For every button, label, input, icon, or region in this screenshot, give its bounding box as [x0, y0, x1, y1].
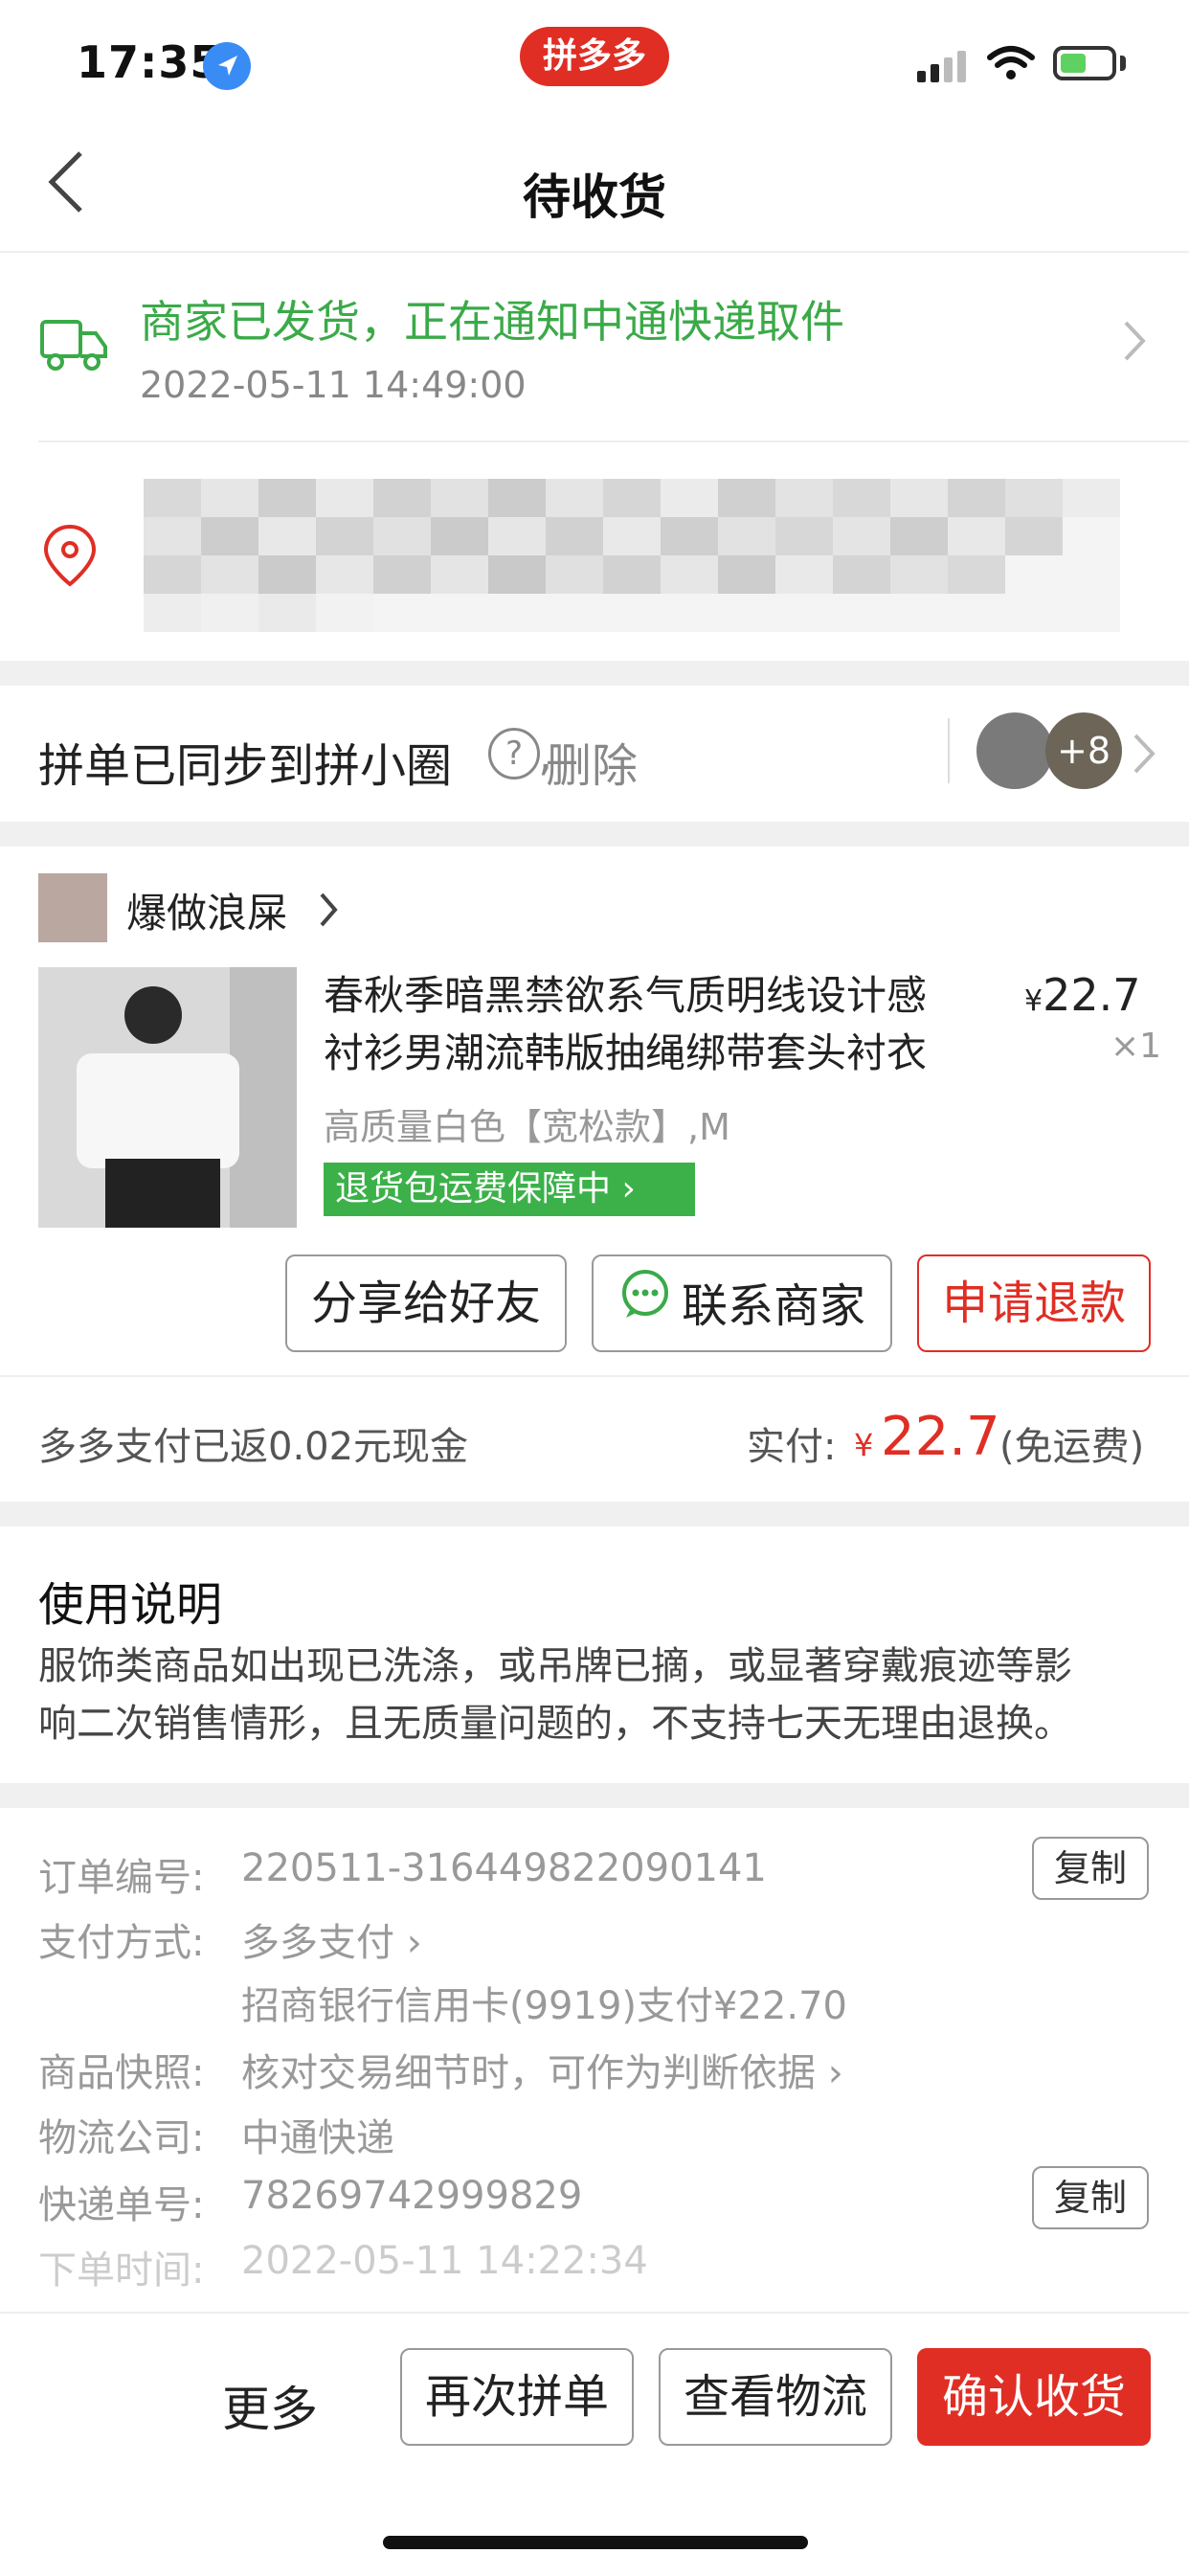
regroup-button[interactable]: 再次拼单	[400, 2348, 634, 2446]
product-title-line: 春秋季暗黑禁欲系气质明线设计感	[324, 972, 928, 1019]
refund-button[interactable]: 申请退款	[917, 1254, 1151, 1352]
product-price: ¥22.7	[1024, 969, 1141, 1021]
logistics-label: 物流公司:	[38, 2116, 205, 2160]
battery-tip	[1120, 56, 1126, 71]
cellular-signal-icon	[917, 50, 969, 88]
divider	[38, 441, 1189, 442]
confirm-receipt-button[interactable]: 确认收货	[917, 2348, 1151, 2446]
order-time-value: 2022-05-11 14:22:34	[241, 2239, 648, 2283]
guarantee-label: 退货包运费保障中	[335, 1169, 612, 1209]
vertical-divider	[948, 718, 950, 783]
chevron-right-icon: ›	[827, 2051, 843, 2095]
shipping-free-note: (免运费)	[999, 1425, 1145, 1469]
shop-avatar[interactable]	[38, 873, 107, 942]
tracking-value: 78269742999829	[241, 2174, 583, 2218]
pay-method-text: 多多支付	[241, 1921, 394, 1965]
delete-link[interactable]: 删除	[546, 728, 638, 795]
contact-seller-button[interactable]: 联系商家	[592, 1254, 892, 1352]
more-button[interactable]: 更多	[222, 2371, 318, 2440]
section-gap	[0, 1783, 1189, 1808]
divider	[0, 1375, 1189, 1377]
view-logistics-button[interactable]: 查看物流	[659, 2348, 892, 2446]
product-title-line: 衬衫男潮流韩版抽绳绑带套头衬衣	[324, 1029, 928, 1076]
shipping-status[interactable]: 商家已发货，正在通知中通快递取件	[140, 287, 844, 350]
shop-name[interactable]: 爆做浪屎	[126, 881, 287, 939]
wifi-icon	[986, 44, 1036, 86]
avatar[interactable]	[976, 712, 1053, 789]
tracking-label: 快递单号:	[38, 2183, 205, 2227]
product-quantity: ×1	[1110, 1027, 1162, 1066]
paid-currency: ¥	[854, 1427, 874, 1463]
chevron-right-icon[interactable]	[318, 891, 341, 933]
chevron-right-icon: ›	[406, 1921, 422, 1965]
return-shipping-guarantee-badge[interactable]: 退货包运费保障中 ›	[324, 1163, 695, 1216]
divider	[0, 251, 1189, 253]
product-spec: 高质量白色【宽松款】,M	[324, 1106, 730, 1148]
chat-bubble-icon	[618, 1259, 672, 1353]
chevron-right-icon[interactable]	[1130, 730, 1158, 781]
group-sync-text: 拼单已同步到拼小圈	[38, 739, 453, 793]
currency-symbol: ¥	[1024, 984, 1043, 1018]
address-redacted	[144, 479, 1120, 632]
order-time-label: 下单时间:	[38, 2248, 205, 2293]
snapshot-link[interactable]: 核对交易细节时，可作为判断依据 ›	[241, 2042, 843, 2097]
home-indicator[interactable]	[383, 2536, 808, 2549]
truck-icon	[38, 312, 109, 381]
product-title[interactable]: 春秋季暗黑禁欲系气质明线设计感 衬衫男潮流韩版抽绳绑带套头衬衣	[324, 967, 975, 1082]
section-gap	[0, 1502, 1189, 1526]
order-no-value: 220511-316449822090141	[241, 1846, 767, 1890]
battery-level	[1061, 54, 1086, 73]
section-gap	[0, 822, 1189, 847]
avatar-more-count[interactable]: +8	[1045, 712, 1122, 789]
product-image[interactable]	[38, 967, 297, 1228]
logistics-value: 中通快递	[241, 2116, 394, 2160]
status-time: 17:35	[77, 36, 222, 88]
location-arrow-icon	[203, 42, 251, 90]
contact-seller-label: 联系商家	[681, 1279, 865, 1333]
shipping-time: 2022-05-11 14:49:00	[140, 364, 527, 406]
usage-heading: 使用说明	[38, 1578, 223, 1632]
price-value: 22.7	[1043, 969, 1141, 1021]
usage-line: 响二次销售情形，且无质量问题的，不支持七天无理由退换。	[38, 1702, 1072, 1746]
pay-method-label: 支付方式:	[38, 1921, 205, 1965]
help-icon[interactable]: ?	[488, 728, 540, 780]
usage-line: 服饰类商品如出现已洗涤，或吊牌已摘，或显著穿戴痕迹等影	[38, 1644, 1072, 1688]
location-pin-icon	[38, 521, 101, 594]
page-title: 待收货	[523, 169, 666, 225]
paid-label: 实付:	[747, 1425, 837, 1469]
paid-amount: 22.7	[881, 1406, 1000, 1468]
section-gap	[0, 661, 1189, 686]
share-button[interactable]: 分享给好友	[285, 1254, 567, 1352]
pay-method-value[interactable]: 多多支付 ›	[241, 1911, 422, 1967]
order-no-label: 订单编号:	[38, 1856, 205, 1900]
app-badge: 拼多多	[520, 27, 669, 86]
copy-tracking-button[interactable]: 复制	[1032, 2166, 1149, 2229]
usage-body: 服饰类商品如出现已洗涤，或吊牌已摘，或显著穿戴痕迹等影 响二次销售情形，且无质量…	[38, 1638, 1158, 1752]
chevron-right-icon: ›	[621, 1169, 636, 1209]
snapshot-text: 核对交易细节时，可作为判断依据	[241, 2051, 816, 2095]
cashback-note: 多多支付已返0.02元现金	[38, 1425, 469, 1469]
snapshot-label: 商品快照:	[38, 2051, 205, 2095]
copy-order-no-button[interactable]: 复制	[1032, 1837, 1149, 1900]
pay-detail: 招商银行信用卡(9919)支付¥22.70	[241, 1984, 847, 2028]
chevron-right-icon[interactable]	[1120, 316, 1149, 378]
